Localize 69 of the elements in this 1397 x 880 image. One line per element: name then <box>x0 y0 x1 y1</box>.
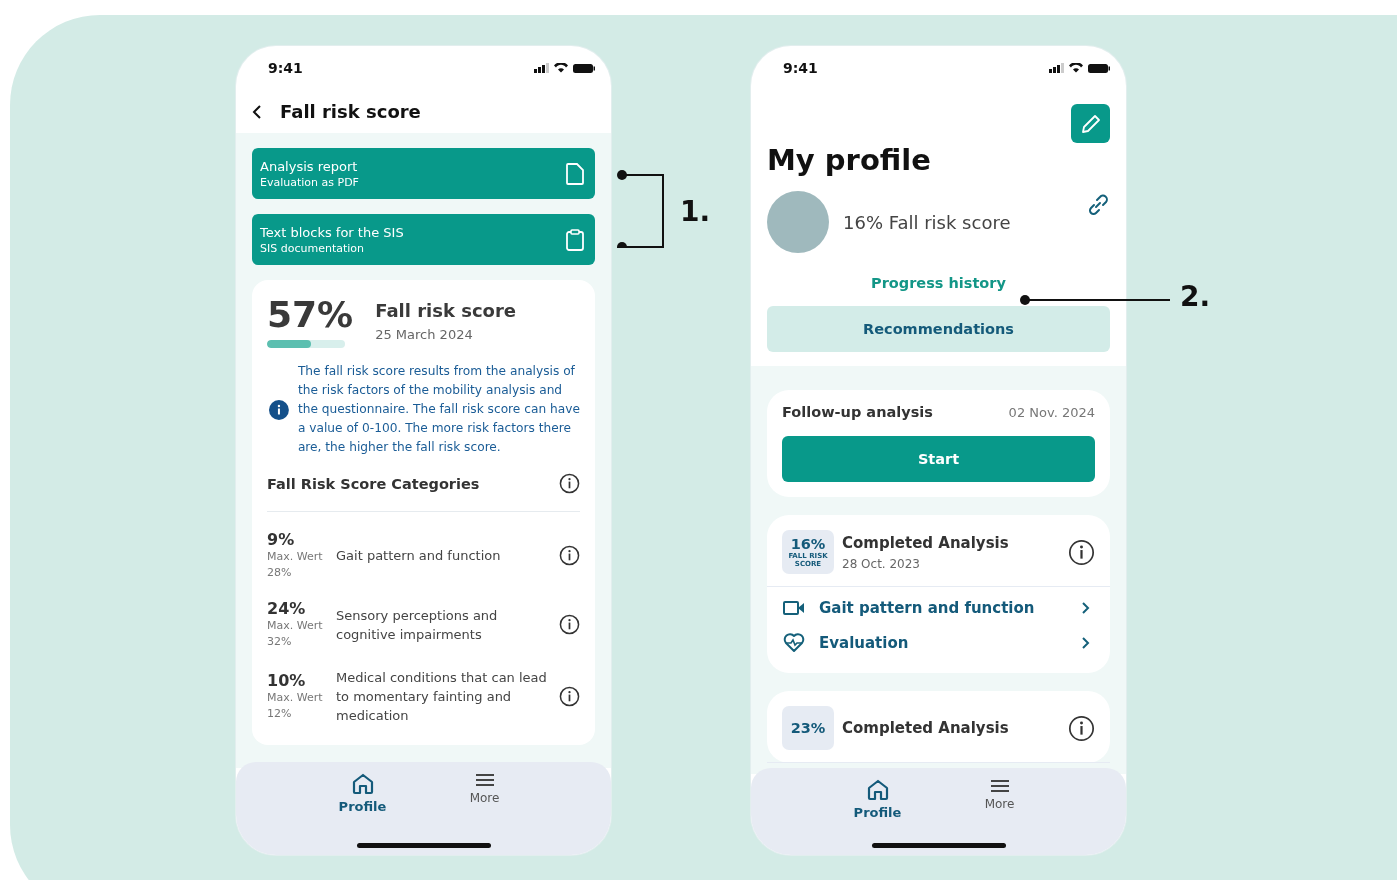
screen-title: My profile <box>767 143 932 177</box>
badge-percentage: 23% <box>790 720 826 736</box>
max-value-label: Max. Wert <box>267 690 324 706</box>
category-description: Gait pattern and function <box>336 547 502 565</box>
screen-title: Fall risk score <box>280 101 421 122</box>
heart-pulse-icon <box>783 633 805 653</box>
max-value: 32% <box>267 634 293 650</box>
start-button[interactable]: Start <box>782 436 1095 482</box>
info-text: The fall risk score results from the analysis of the risk factors of the mobility analysis and the questionnaire. The fall risk score can have a value of 0-100. The more risk factors there are, the higher the fall risk score. <box>297 363 580 456</box>
link-icon[interactable] <box>1086 193 1110 217</box>
analysis-date: 28 Oct. 2023 <box>842 556 921 571</box>
callout-number: 2. <box>1180 280 1211 313</box>
nav-tab[interactable]: Profile <box>847 778 908 843</box>
home-icon <box>350 772 375 796</box>
category-percentage: 9% <box>267 530 296 549</box>
info-icon[interactable] <box>559 614 580 635</box>
badge-percentage: 16% <box>790 536 826 552</box>
callout-number: 1. <box>680 195 711 228</box>
signal-icon <box>534 63 549 73</box>
progress-history-link[interactable]: Progress history <box>871 275 1006 291</box>
document-icon <box>566 162 584 185</box>
max-value-label: Max. Wert <box>267 549 324 565</box>
category-percentage: 24% <box>267 599 307 618</box>
clipboard-icon <box>566 228 584 251</box>
category-percentage: 10% <box>267 671 307 690</box>
category-description: Medical conditions that can lead to momentary fainting and medication <box>336 669 548 725</box>
chevron-right-icon <box>1081 601 1090 615</box>
chevron-right-icon <box>1081 636 1090 650</box>
info-icon[interactable] <box>559 473 580 494</box>
action-button[interactable]: Analysis report Evaluation as PDF <box>252 148 595 199</box>
wifi-icon <box>1069 63 1083 73</box>
status-time: 9:41 <box>783 60 818 76</box>
analysis-link[interactable]: Gait pattern and function <box>783 599 1090 617</box>
recommendations-button[interactable]: Recommendations <box>767 306 1110 352</box>
info-icon[interactable] <box>269 399 289 420</box>
info-icon[interactable] <box>1068 714 1095 742</box>
wifi-icon <box>554 63 568 73</box>
battery-icon <box>573 63 595 73</box>
pencil-icon <box>1079 112 1102 135</box>
max-value: 12% <box>267 706 293 722</box>
status-time: 9:41 <box>268 60 303 76</box>
score-date: 25 March 2024 <box>375 327 474 342</box>
analysis-title: Completed Analysis <box>842 533 1010 552</box>
score-percentage: 57% <box>267 294 354 336</box>
analysis-title: Completed Analysis <box>842 719 1010 737</box>
signal-icon <box>1049 63 1064 73</box>
max-value: 28% <box>267 565 293 581</box>
analysis-link[interactable]: Evaluation <box>783 633 1090 653</box>
edit-button[interactable] <box>1071 104 1110 143</box>
category-description: Sensory perceptions and cognitive impairments <box>336 606 499 644</box>
battery-icon <box>1088 63 1110 73</box>
categories-title: Fall Risk Score Categories <box>267 475 480 492</box>
follow-up-title: Follow-up analysis <box>782 404 933 420</box>
menu-icon <box>474 772 495 788</box>
action-button[interactable]: Text blocks for the SIS SIS documentation <box>252 214 595 265</box>
info-icon[interactable] <box>559 545 580 566</box>
info-icon[interactable] <box>559 686 580 707</box>
menu-icon <box>989 778 1010 794</box>
nav-tab[interactable]: More <box>969 778 1030 843</box>
score-title: Fall risk score <box>375 300 516 321</box>
home-icon <box>865 778 890 802</box>
video-camera-icon <box>783 600 805 616</box>
max-value-label: Max. Wert <box>267 618 324 634</box>
back-icon[interactable] <box>252 103 262 120</box>
follow-up-date: 02 Nov. 2024 <box>1008 404 1095 420</box>
nav-tab[interactable]: Profile <box>332 772 393 843</box>
fall-risk-score-text: 16% Fall risk score <box>843 211 1012 233</box>
nav-tab[interactable]: More <box>454 772 515 843</box>
info-icon[interactable] <box>1068 538 1095 566</box>
